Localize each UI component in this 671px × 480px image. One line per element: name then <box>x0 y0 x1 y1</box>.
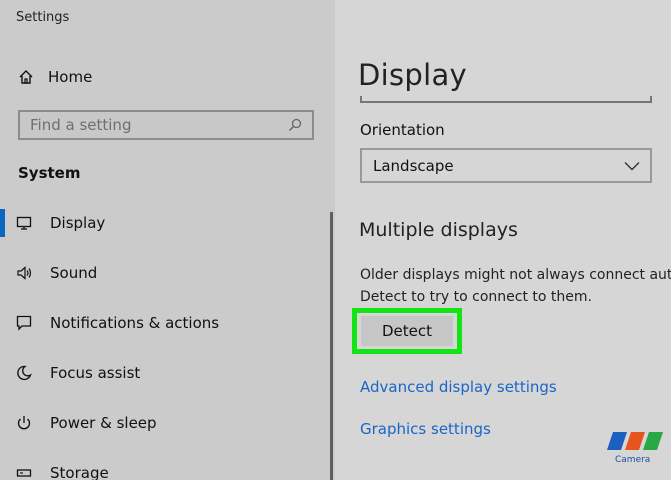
home-label: Home <box>48 68 93 86</box>
settings-window: Settings Home Find a setting System Disp… <box>0 0 671 480</box>
sidebar-item-label: Focus assist <box>50 364 141 382</box>
sidebar: Settings Home Find a setting System Disp… <box>0 0 335 480</box>
app-title: Settings <box>16 10 70 25</box>
monitor-icon <box>16 216 32 230</box>
home-icon <box>19 70 33 84</box>
watermark-logo-icon <box>607 432 663 450</box>
sidebar-item-label: Sound <box>50 264 98 282</box>
sidebar-item-label: Storage <box>50 464 109 480</box>
detect-highlight: Detect <box>352 308 462 354</box>
power-icon <box>17 416 31 430</box>
detect-button[interactable]: Detect <box>361 316 453 346</box>
sidebar-item-storage[interactable]: Storage <box>0 459 330 480</box>
sidebar-item-sound[interactable]: Sound <box>0 259 330 287</box>
orientation-label: Orientation <box>360 121 445 139</box>
sidebar-scrollbar[interactable] <box>330 212 333 480</box>
search-placeholder: Find a setting <box>30 116 132 134</box>
sidebar-item-notifications[interactable]: Notifications & actions <box>0 309 330 337</box>
sidebar-item-focus-assist[interactable]: Focus assist <box>0 359 330 387</box>
home-nav-item[interactable]: Home <box>18 64 92 90</box>
sidebar-item-display[interactable]: Display <box>0 209 330 237</box>
search-input[interactable]: Find a setting <box>18 110 314 140</box>
watermark-text: Camera <box>615 455 651 465</box>
chevron-down-icon <box>624 161 640 170</box>
orientation-value: Landscape <box>373 156 454 175</box>
multiple-displays-description: Older displays might not always connect … <box>360 264 671 308</box>
multiple-displays-heading: Multiple displays <box>359 219 518 241</box>
sidebar-item-label: Power & sleep <box>50 414 157 432</box>
description-line: Older displays might not always connect … <box>360 267 671 283</box>
search-icon <box>288 118 302 132</box>
description-line: Detect to try to connect to them. <box>360 289 592 305</box>
sidebar-item-label: Display <box>50 214 106 232</box>
graphics-settings-link[interactable]: Graphics settings <box>360 420 491 438</box>
orientation-dropdown[interactable]: Landscape <box>360 148 652 183</box>
advanced-display-settings-link[interactable]: Advanced display settings <box>360 378 557 396</box>
sidebar-item-power-sleep[interactable]: Power & sleep <box>0 409 330 437</box>
previous-section-edge <box>360 96 652 103</box>
notification-icon <box>16 315 32 331</box>
speaker-icon <box>17 266 32 280</box>
moon-icon <box>17 365 32 381</box>
sidebar-item-label: Notifications & actions <box>50 314 220 332</box>
storage-icon <box>16 469 32 477</box>
section-title-system: System <box>18 164 81 182</box>
main-panel: Display Orientation Landscape Multiple d… <box>335 0 671 480</box>
page-title: Display <box>358 58 467 92</box>
